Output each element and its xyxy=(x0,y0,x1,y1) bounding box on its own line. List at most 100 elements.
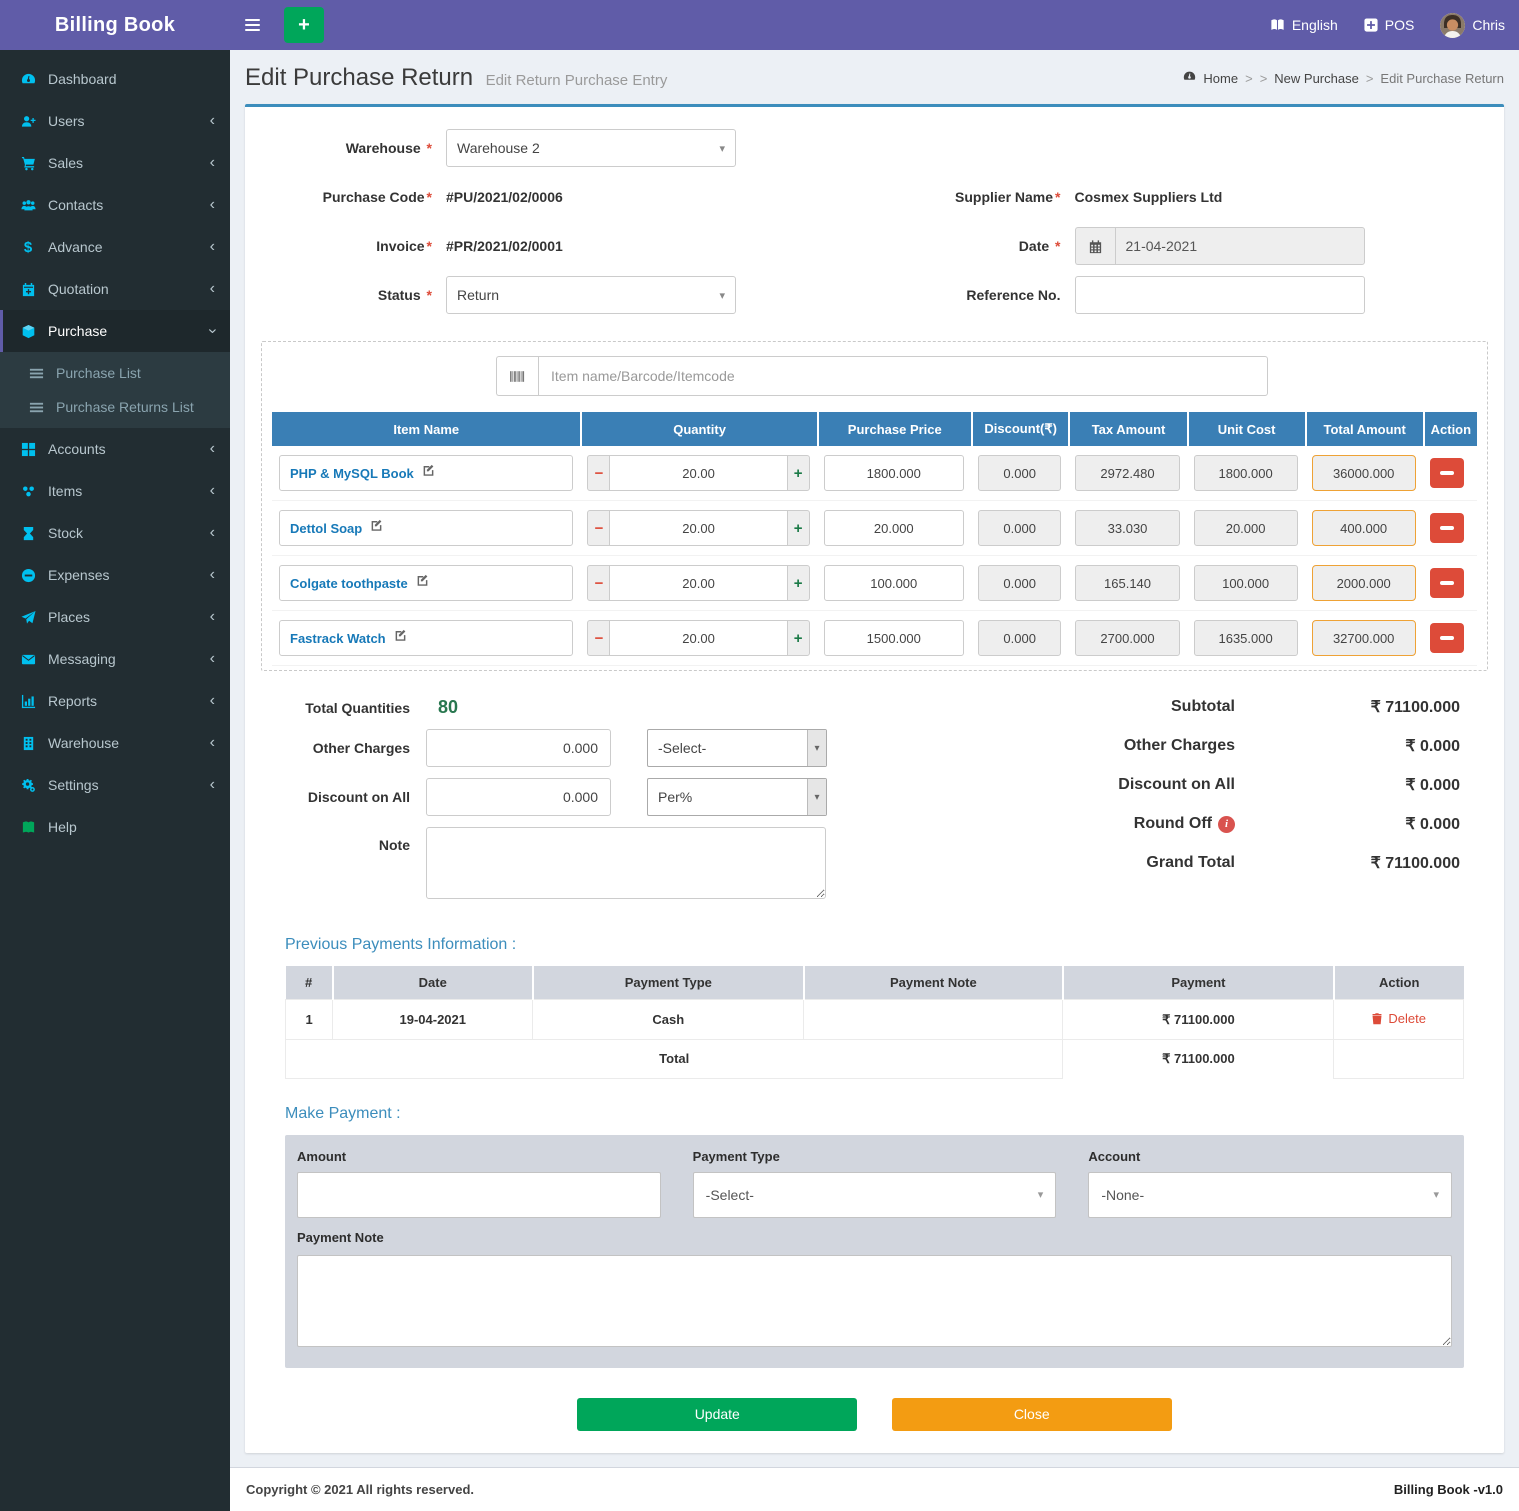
sidebar-toggle-button[interactable] xyxy=(230,0,274,50)
language-menu[interactable]: English xyxy=(1270,17,1338,33)
purchase-price-input[interactable] xyxy=(824,565,964,601)
discount-type-select[interactable]: Per% ▾ xyxy=(647,778,827,816)
remove-item-button[interactable] xyxy=(1430,568,1464,598)
sidebar-item-advance[interactable]: $ Advance ‹ xyxy=(0,226,230,268)
quick-add-button[interactable]: + xyxy=(284,7,324,43)
quantity-input[interactable] xyxy=(610,455,786,491)
warehouse-selected-value: Warehouse 2 xyxy=(457,140,540,156)
payment-note-textarea[interactable] xyxy=(297,1255,1452,1347)
edit-item-icon[interactable] xyxy=(416,574,429,592)
sidebar-item-settings[interactable]: Settings ‹ xyxy=(0,764,230,806)
decrease-qty-button[interactable]: − xyxy=(587,455,610,491)
payments-total-label: Total xyxy=(286,1040,1063,1079)
item-name-link[interactable]: Dettol Soap xyxy=(290,521,362,536)
sidebar-item-purchase[interactable]: Purchase ‹ xyxy=(0,310,230,352)
sidebar-item-places[interactable]: Places ‹ xyxy=(0,596,230,638)
info-icon[interactable]: i xyxy=(1218,816,1235,833)
sidebar-item-warehouse[interactable]: Warehouse ‹ xyxy=(0,722,230,764)
quantity-input[interactable] xyxy=(610,510,786,546)
item-name-link[interactable]: PHP & MySQL Book xyxy=(290,466,414,481)
sidebar-item-purchase-returns-list[interactable]: Purchase Returns List xyxy=(0,390,230,424)
supplier-value: Cosmex Suppliers Ltd xyxy=(1075,189,1223,205)
edit-item-icon[interactable] xyxy=(394,629,407,647)
account-select[interactable]: -None- ▾ xyxy=(1088,1172,1452,1218)
remove-item-button[interactable] xyxy=(1430,458,1464,488)
quantity-input[interactable] xyxy=(610,620,786,656)
sidebar-item-sales[interactable]: Sales ‹ xyxy=(0,142,230,184)
sidebar-item-items[interactable]: Items ‹ xyxy=(0,470,230,512)
user-menu[interactable]: Chris xyxy=(1440,13,1505,38)
edit-item-icon[interactable] xyxy=(422,464,435,482)
quantity-stepper: − + xyxy=(587,620,809,656)
remove-item-button[interactable] xyxy=(1430,513,1464,543)
discount-on-all-input[interactable] xyxy=(426,778,611,816)
item-name-link[interactable]: Colgate toothpaste xyxy=(290,576,408,591)
remove-item-button[interactable] xyxy=(1430,623,1464,653)
other-charges-input[interactable] xyxy=(426,729,611,767)
payments-header-payment: Payment xyxy=(1063,966,1334,1000)
sidebar-item-users[interactable]: Users ‹ xyxy=(0,100,230,142)
items-table: Item Name Quantity Purchase Price Discou… xyxy=(272,412,1477,666)
date-field-group xyxy=(1075,227,1365,265)
note-textarea[interactable] xyxy=(426,827,826,899)
breadcrumb-new-purchase[interactable]: New Purchase xyxy=(1274,71,1359,86)
payment-note-label: Payment Note xyxy=(297,1230,1452,1245)
date-input[interactable] xyxy=(1115,227,1365,265)
other-charges-select[interactable]: -Select- ▾ xyxy=(647,729,827,767)
purchase-price-input[interactable] xyxy=(824,620,964,656)
breadcrumb-home[interactable]: Home xyxy=(1203,71,1238,86)
discount-value: 0.000 xyxy=(978,620,1062,656)
sidebar-item-purchase-list[interactable]: Purchase List xyxy=(0,356,230,390)
purchase-price-input[interactable] xyxy=(824,510,964,546)
make-payment-heading: Make Payment : xyxy=(285,1105,1488,1123)
amount-input[interactable] xyxy=(297,1172,661,1218)
sidebar-item-expenses[interactable]: Expenses ‹ xyxy=(0,554,230,596)
item-search-input[interactable] xyxy=(538,356,1268,396)
sidebar-item-contacts[interactable]: Contacts ‹ xyxy=(0,184,230,226)
status-select[interactable]: Return ▾ xyxy=(446,276,736,314)
edit-item-icon[interactable] xyxy=(370,519,383,537)
sidebar-item-quotation[interactable]: Quotation ‹ xyxy=(0,268,230,310)
sidebar-item-accounts[interactable]: Accounts ‹ xyxy=(0,428,230,470)
sidebar-item-stock[interactable]: Stock ‹ xyxy=(0,512,230,554)
item-name-link[interactable]: Fastrack Watch xyxy=(290,631,386,646)
purchase-price-input[interactable] xyxy=(824,455,964,491)
payments-header-type: Payment Type xyxy=(533,966,804,1000)
warehouse-select[interactable]: Warehouse 2 ▾ xyxy=(446,129,736,167)
decrease-qty-button[interactable]: − xyxy=(587,510,610,546)
status-label: Status * xyxy=(261,287,446,303)
sidebar-item-reports[interactable]: Reports ‹ xyxy=(0,680,230,722)
increase-qty-button[interactable]: + xyxy=(787,510,810,546)
pos-menu[interactable]: POS xyxy=(1364,17,1415,33)
app-logo[interactable]: Billing Book xyxy=(0,0,230,50)
tax-amount-value: 165.140 xyxy=(1075,565,1179,601)
sidebar-item-label: Help xyxy=(48,819,77,835)
discount-type-selected: Per% xyxy=(648,789,807,805)
payment-type-select[interactable]: -Select- ▾ xyxy=(693,1172,1057,1218)
payment-type-label: Payment Type xyxy=(693,1149,1057,1164)
breadcrumb-separator: > xyxy=(1260,71,1268,86)
increase-qty-button[interactable]: + xyxy=(787,620,810,656)
quantity-input[interactable] xyxy=(610,565,786,601)
subtotal-label: Subtotal xyxy=(1171,698,1235,716)
sidebar-item-help[interactable]: Help xyxy=(0,806,230,848)
content-header: Edit Purchase Return Edit Return Purchas… xyxy=(230,50,1519,104)
close-button[interactable]: Close xyxy=(892,1398,1172,1431)
sidebar-item-messaging[interactable]: Messaging ‹ xyxy=(0,638,230,680)
decrease-qty-button[interactable]: − xyxy=(587,620,610,656)
chevron-left-icon: ‹ xyxy=(210,242,215,252)
calendar-icon[interactable] xyxy=(1075,227,1115,265)
total-quantities-label: Total Quantities xyxy=(261,700,426,716)
decrease-qty-button[interactable]: − xyxy=(587,565,610,601)
discount-total-value: ₹ 0.000 xyxy=(1235,775,1460,795)
purchase-code-value: #PU/2021/02/0006 xyxy=(446,189,563,205)
sidebar-item-dashboard[interactable]: Dashboard xyxy=(0,58,230,100)
increase-qty-button[interactable]: + xyxy=(787,455,810,491)
reference-input[interactable] xyxy=(1075,276,1365,314)
delete-payment-link[interactable]: Delete xyxy=(1371,1011,1426,1026)
update-button[interactable]: Update xyxy=(577,1398,857,1431)
purchase-code-label: Purchase Code* xyxy=(261,189,446,205)
payment-type: Cash xyxy=(533,1000,804,1040)
increase-qty-button[interactable]: + xyxy=(787,565,810,601)
purchase-return-form: Warehouse * Warehouse 2 ▾ Purchase Code*… xyxy=(261,129,1488,325)
